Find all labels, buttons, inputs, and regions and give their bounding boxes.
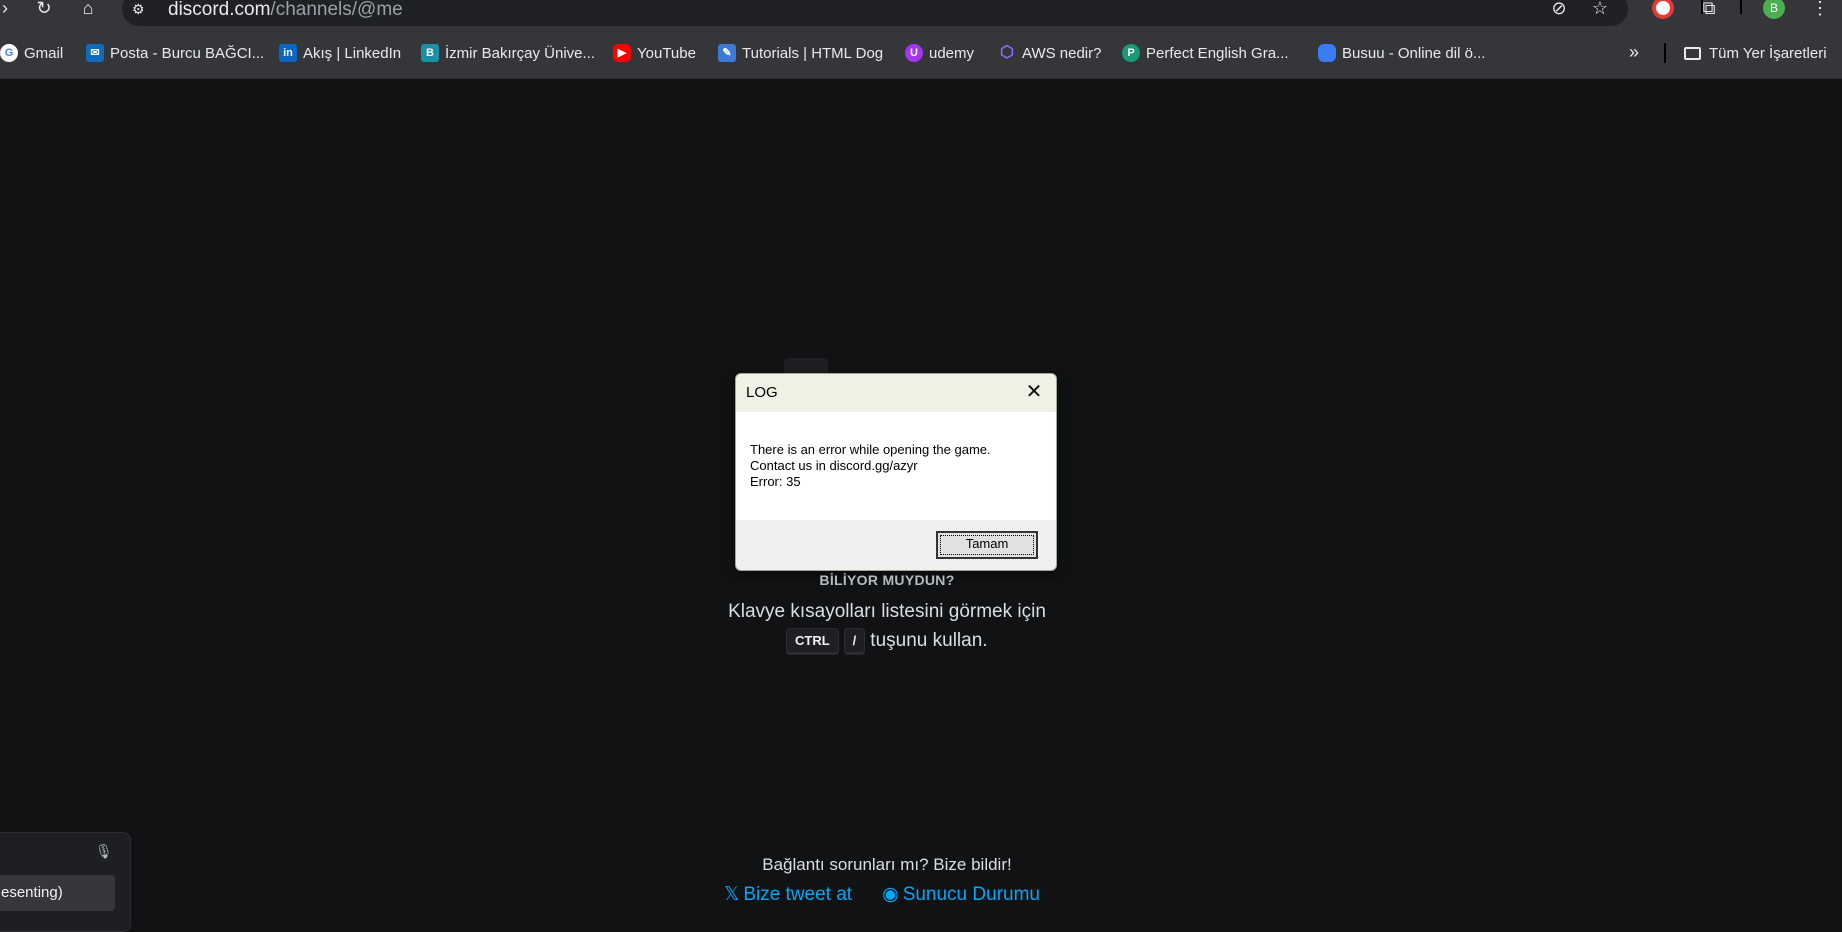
error-code: Error: 35	[750, 474, 801, 489]
extensions-icon[interactable]: ⧉	[1697, 0, 1721, 20]
error-dialog: LOG ✕ There is an error while opening th…	[735, 373, 1057, 571]
bookmark-label: Tutorials | HTML Dog	[742, 44, 884, 62]
chrome-divider	[0, 78, 1842, 79]
message-line: Contact us in discord.gg/azyr	[750, 458, 918, 473]
aws-cube-icon: ⬡	[1000, 44, 1014, 61]
status-icon: ◉	[882, 884, 899, 905]
bookmark-linkedin[interactable]: in Akış | LinkedIn	[279, 40, 401, 66]
university-icon: B	[421, 44, 439, 62]
focus-ring	[940, 535, 1034, 555]
bookmark-youtube[interactable]: ▶ YouTube	[613, 40, 696, 66]
toolbar-divider	[1740, 0, 1742, 14]
home-icon[interactable]: ⌂	[77, 0, 99, 18]
reload-icon[interactable]: ↻	[33, 0, 55, 18]
bookmark-label: Gmail	[24, 44, 64, 62]
bookmark-label: Perfect English Gra...	[1146, 44, 1289, 62]
outlook-icon: ✉	[86, 44, 104, 62]
tweet-link[interactable]: 𝕏 Bize tweet at	[724, 883, 852, 906]
youtube-icon: ▶	[613, 44, 631, 62]
bottom-left-panel: 🎙 esenting)	[0, 832, 131, 932]
tweet-link-label: Bize tweet at	[743, 884, 853, 905]
bookmark-label: Posta - Burcu BAĞCI...	[110, 44, 265, 62]
record-icon[interactable]	[1652, 0, 1674, 19]
address-bar[interactable]: ⚙ discord.com/channels/@me ⊘ ☆	[122, 0, 1628, 26]
x-logo-icon: 𝕏	[724, 884, 740, 905]
address-row: › ↻ ⌂ ⚙ discord.com/channels/@me ⊘ ☆ ⧉ B…	[0, 0, 1842, 29]
bookmark-label: AWS nedir?	[1022, 44, 1102, 62]
tip-shortcut-line: CTRL / tuşunu kullan.	[786, 626, 988, 656]
bookmark-udemy[interactable]: U udemy	[905, 40, 974, 66]
bookmark-htmldog[interactable]: ✎ Tutorials | HTML Dog	[718, 40, 883, 66]
pe-icon: P	[1122, 44, 1140, 62]
google-icon: G	[0, 44, 18, 62]
chevron-double-right-icon[interactable]: »	[1624, 40, 1644, 66]
bookmark-label: YouTube	[637, 44, 696, 62]
bookmarks-bar: G Gmail ✉ Posta - Burcu BAĞCI... in Akış…	[0, 40, 1842, 66]
eye-off-icon[interactable]: ⊘	[1548, 0, 1570, 18]
bookmark-label: udemy	[929, 44, 975, 62]
connection-issues-text: Bağlantı sorunları mı? Bize bildir!	[762, 855, 1012, 874]
message-line: There is an error while opening the game…	[750, 442, 991, 457]
linkedin-icon: in	[279, 44, 297, 62]
back-icon[interactable]: ›	[0, 0, 16, 18]
presenting-item[interactable]: esenting)	[0, 875, 115, 911]
footer-links: 𝕏 Bize tweet at ◉ Sunucu Durumu	[724, 883, 1040, 906]
key-ctrl: CTRL	[786, 627, 839, 655]
avatar[interactable]: B	[1763, 0, 1785, 19]
tip-text: Klavye kısayolları listesini görmek için	[728, 601, 1046, 622]
htmldog-icon: ✎	[718, 44, 736, 62]
bookmark-bakircay[interactable]: B İzmir Bakırçay Ünive...	[421, 40, 595, 66]
busuu-icon	[1318, 44, 1336, 62]
dialog-message: There is an error while opening the game…	[750, 442, 991, 490]
menu-icon[interactable]: ⋮	[1808, 0, 1832, 20]
close-icon[interactable]: ✕	[1024, 382, 1044, 402]
dialog-title: LOG	[746, 384, 778, 401]
bookmark-busuu[interactable]: Busuu - Online dil ö...	[1318, 40, 1485, 66]
udemy-icon: U	[905, 44, 923, 62]
bookmark-perfect-english[interactable]: P Perfect English Gra...	[1122, 40, 1289, 66]
microphone-icon[interactable]: 🎙	[95, 843, 113, 860]
folder-label: Tüm Yer İşaretleri	[1709, 44, 1827, 62]
bookmarks-divider	[1664, 43, 1666, 63]
bookmark-label: İzmir Bakırçay Ünive...	[445, 44, 596, 62]
server-status-link[interactable]: ◉ Sunucu Durumu	[882, 883, 1040, 906]
dialog-titlebar: LOG ✕	[736, 374, 1056, 412]
tip-suffix: tuşunu kullan.	[870, 630, 988, 651]
site-info-icon[interactable]: ⚙	[132, 0, 152, 18]
bookmark-gmail[interactable]: G Gmail	[0, 40, 63, 66]
bookmark-label: Akış | LinkedIn	[303, 44, 402, 62]
ok-button[interactable]: Tamam	[936, 531, 1038, 559]
folder-icon	[1684, 46, 1701, 60]
bookmark-posta[interactable]: ✉ Posta - Burcu BAĞCI...	[86, 40, 264, 66]
key-slash: /	[843, 627, 866, 655]
status-link-label: Sunucu Durumu	[902, 884, 1040, 905]
dialog-body: There is an error while opening the game…	[736, 412, 1056, 520]
all-bookmarks-folder[interactable]: Tüm Yer İşaretleri	[1684, 40, 1827, 66]
bookmark-aws[interactable]: ⬡ AWS nedir?	[998, 40, 1101, 66]
browser-chrome: › ↻ ⌂ ⚙ discord.com/channels/@me ⊘ ☆ ⧉ B…	[0, 0, 1842, 79]
tip-heading: BİLİYOR MUYDUN?	[819, 572, 955, 588]
url-text[interactable]: discord.com/channels/@me	[168, 0, 403, 21]
star-icon[interactable]: ☆	[1589, 0, 1611, 18]
bookmark-label: Busuu - Online dil ö...	[1342, 44, 1486, 62]
